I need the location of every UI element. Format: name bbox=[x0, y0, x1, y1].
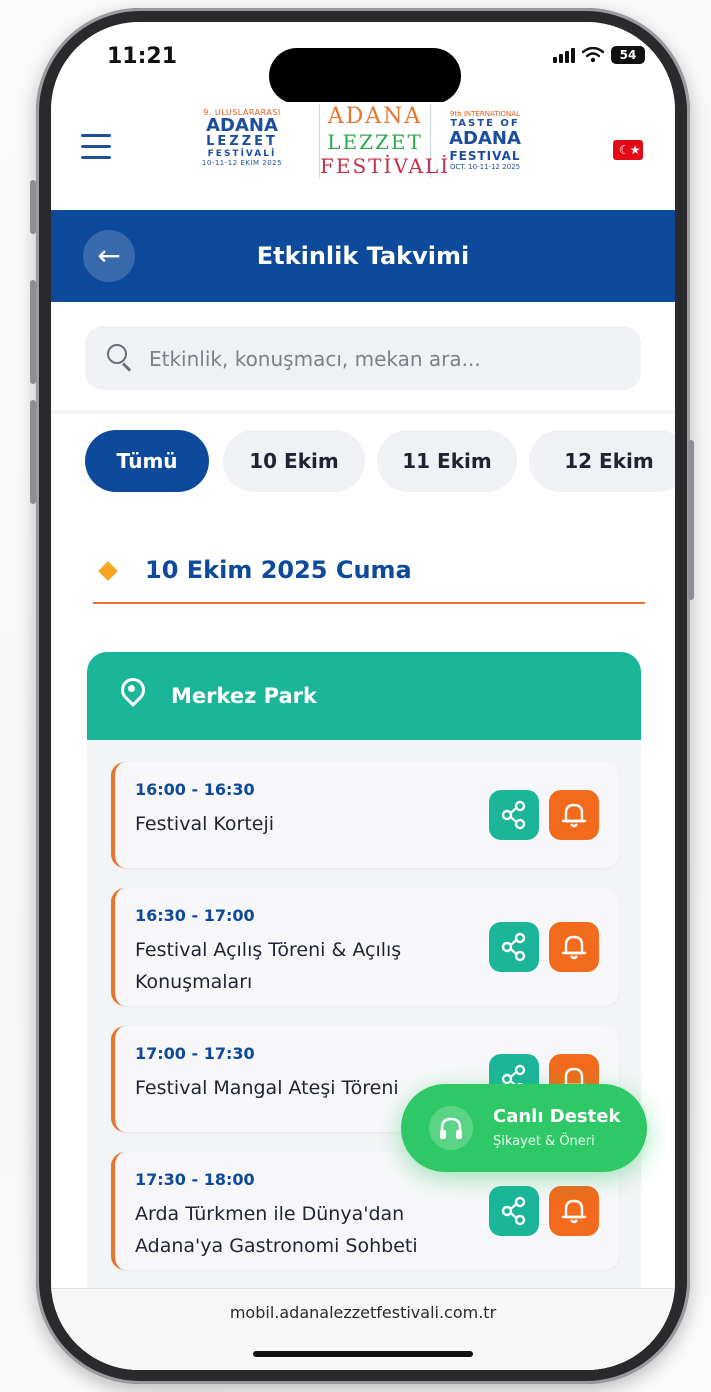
logo-center[interactable]: ADANA LEZZET FESTİVALİ bbox=[319, 104, 451, 178]
volume-up-button bbox=[30, 280, 36, 384]
logo-left-mid: LEZZET bbox=[206, 134, 278, 149]
day-title: 10 Ekim 2025 Cuma bbox=[145, 556, 412, 584]
battery-icon: 54 bbox=[611, 46, 645, 64]
share-icon bbox=[501, 1196, 526, 1226]
bell-icon bbox=[561, 803, 587, 828]
search-bar[interactable] bbox=[85, 326, 641, 392]
share-icon bbox=[501, 800, 526, 830]
event-time: 17:30 - 18:00 bbox=[135, 1170, 255, 1189]
logo-english[interactable]: 9th INTERNATIONAL TASTE OF ADANA FESTIVA… bbox=[437, 110, 533, 171]
venue-header: Merkez Park bbox=[87, 652, 641, 740]
side-button bbox=[30, 180, 36, 234]
event-time: 17:00 - 17:30 bbox=[135, 1044, 255, 1063]
event-card[interactable]: 16:00 - 16:30 Festival Korteji bbox=[111, 762, 619, 868]
phone-screen: 11:21 54 9. ULUSLARARASI ADANA LEZZET FE… bbox=[51, 22, 675, 1370]
logo-right-mid: FESTIVAL bbox=[449, 149, 521, 163]
signal-icon bbox=[553, 47, 575, 63]
tab-12-ekim[interactable]: 12 Ekim bbox=[529, 430, 675, 492]
event-time: 16:30 - 17:00 bbox=[135, 906, 255, 925]
search-icon bbox=[107, 344, 132, 372]
status-icons: 54 bbox=[553, 46, 645, 64]
support-subtitle: Şikayet & Öneri bbox=[493, 1134, 595, 1149]
venue-name: Merkez Park bbox=[171, 684, 317, 708]
day-header: 10 Ekim 2025 Cuma bbox=[93, 544, 645, 604]
logo-turkish[interactable]: 9. ULUSLARARASI ADANA LEZZET FESTİVALİ 1… bbox=[193, 108, 291, 167]
logo-center-line3: FESTİVALİ bbox=[320, 154, 451, 178]
menu-icon[interactable] bbox=[81, 134, 111, 159]
bell-icon bbox=[561, 1199, 587, 1224]
date-tabs: Tümü 10 Ekim 11 Ekim 12 Ekim bbox=[51, 414, 675, 510]
event-card[interactable]: 16:30 - 17:00 Festival Açılış Töreni & A… bbox=[111, 888, 619, 1006]
logo-center-line1: ADANA bbox=[327, 104, 423, 129]
logo-right-date: OCT. 10-11-12 2025 bbox=[449, 163, 521, 171]
arrow-left-icon: ← bbox=[97, 239, 121, 272]
url-text: mobil.adanalezzetfestivali.com.tr bbox=[229, 1303, 497, 1322]
search-section bbox=[51, 302, 675, 410]
event-title: Festival Korteji bbox=[135, 813, 275, 835]
event-time: 16:00 - 16:30 bbox=[135, 780, 255, 799]
turkish-flag-icon[interactable]: ☾★ bbox=[613, 140, 643, 160]
status-time: 11:21 bbox=[107, 44, 178, 69]
tab-all[interactable]: Tümü bbox=[85, 430, 209, 492]
back-button[interactable]: ← bbox=[83, 230, 135, 282]
power-button bbox=[688, 440, 694, 600]
share-button[interactable] bbox=[489, 922, 539, 972]
logo-right-small: 9th INTERNATIONAL bbox=[450, 110, 520, 118]
home-indicator[interactable] bbox=[253, 1351, 473, 1357]
logo-center-line2: LEZZET bbox=[327, 130, 423, 154]
reminder-button[interactable] bbox=[549, 1186, 599, 1236]
app-header: 9. ULUSLARARASI ADANA LEZZET FESTİVALİ 1… bbox=[51, 102, 675, 210]
reminder-button[interactable] bbox=[549, 922, 599, 972]
event-title: Arda Türkmen ile Dünya'dan Adana'ya Gast… bbox=[135, 1203, 418, 1257]
headset-icon bbox=[429, 1106, 473, 1150]
diamond-icon bbox=[98, 561, 118, 581]
schedule-content: 10 Ekim 2025 Cuma Merkez Park 16:00 - 16… bbox=[51, 510, 675, 1370]
logo-left-big: ADANA bbox=[206, 115, 278, 136]
volume-down-button bbox=[30, 400, 36, 504]
support-title: Canlı Destek bbox=[493, 1106, 621, 1127]
share-icon bbox=[501, 932, 526, 962]
status-bar: 11:21 54 bbox=[51, 22, 675, 104]
tab-10-ekim[interactable]: 10 Ekim bbox=[223, 430, 365, 492]
logo-left-date: 10-11-12 EKİM 2025 bbox=[201, 159, 283, 167]
logo-left-sub: FESTİVALİ bbox=[207, 149, 277, 159]
page-title: Etkinlik Takvimi bbox=[256, 242, 470, 270]
location-pin-icon bbox=[116, 673, 150, 710]
event-title: Festival Mangal Ateşi Töreni bbox=[135, 1077, 399, 1099]
logo-right-big: ADANA bbox=[449, 128, 521, 149]
tab-11-ekim[interactable]: 11 Ekim bbox=[377, 430, 517, 492]
reminder-button[interactable] bbox=[549, 790, 599, 840]
event-title: Festival Açılış Töreni & Açılış Konuşmal… bbox=[135, 939, 402, 993]
search-input[interactable] bbox=[147, 326, 631, 392]
event-list: 16:00 - 16:30 Festival Korteji 16:30 - 1… bbox=[87, 740, 641, 1370]
dynamic-island bbox=[269, 48, 461, 104]
nav-bar: Etkinlik Takvimi ← bbox=[51, 210, 675, 302]
browser-url-bar[interactable]: mobil.adanalezzetfestivali.com.tr bbox=[51, 1288, 675, 1370]
bell-icon bbox=[561, 935, 587, 960]
share-button[interactable] bbox=[489, 790, 539, 840]
wifi-icon bbox=[582, 47, 604, 63]
share-button[interactable] bbox=[489, 1186, 539, 1236]
live-support-button[interactable]: Canlı Destek Şikayet & Öneri bbox=[401, 1084, 647, 1172]
